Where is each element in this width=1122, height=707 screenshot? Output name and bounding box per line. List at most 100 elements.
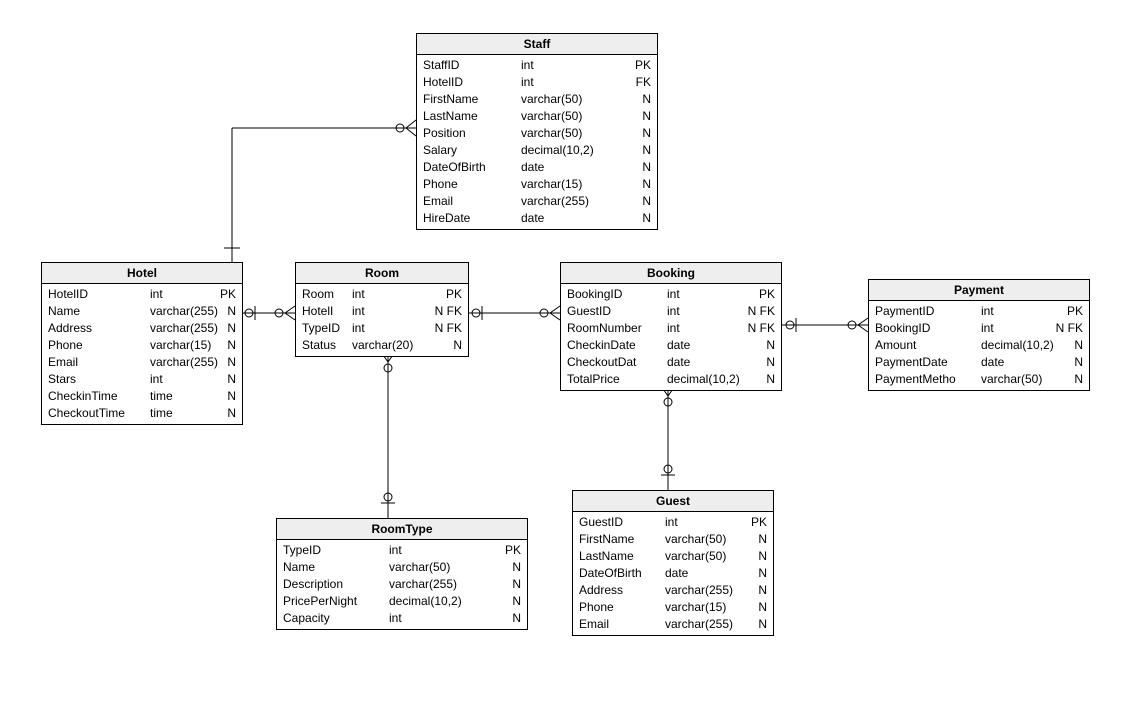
column-name: StaffID [423,58,515,73]
rel-guest-booking [661,386,675,490]
column-row: PaymentDatedateN [869,354,1089,371]
column-name: Phone [48,338,144,353]
column-key: N [221,355,236,370]
entity-columns: BookingIDintPKGuestIDintN FKRoomNumberin… [561,284,781,390]
column-name: LastName [579,549,659,564]
column-type: varchar(20) [346,338,447,353]
entity-booking: BookingBookingIDintPKGuestIDintN FKRoomN… [560,262,782,391]
column-key: N [221,389,236,404]
column-row: HotelIDintPK [42,286,242,303]
column-row: HireDatedateN [417,210,657,227]
column-row: GuestIDintPK [573,514,773,531]
column-key: N FK [429,321,462,336]
column-key: N [636,160,651,175]
column-key: N FK [742,321,775,336]
rel-room-booking [467,306,560,320]
column-type: varchar(50) [659,549,752,564]
column-type: int [383,611,506,626]
column-row: FirstNamevarchar(50)N [417,91,657,108]
column-name: PricePerNight [283,594,383,609]
column-type: date [515,160,636,175]
column-type: int [515,75,630,90]
column-row: Phonevarchar(15)N [573,599,773,616]
column-type: varchar(50) [659,532,752,547]
column-name: Stars [48,372,144,387]
entity-columns: RoomintPKHotelIintN FKTypeIDintN FKStatu… [296,284,468,356]
er-diagram-canvas: HotelHotelIDintPKNamevarchar(255)NAddres… [0,0,1122,707]
column-row: Namevarchar(50)N [277,559,527,576]
column-type: varchar(15) [659,600,752,615]
column-type: varchar(255) [659,617,752,632]
column-name: FirstName [423,92,515,107]
column-type: varchar(255) [144,355,221,370]
column-key: N [760,372,775,387]
column-name: Phone [579,600,659,615]
column-name: BookingID [567,287,661,302]
column-name: FirstName [579,532,659,547]
column-row: Positionvarchar(50)N [417,125,657,142]
column-name: DateOfBirth [423,160,515,175]
column-name: Phone [423,177,515,192]
column-key: PK [214,287,236,302]
column-key: N [636,177,651,192]
column-name: Name [283,560,383,575]
column-key: N [506,560,521,575]
column-key: PK [1061,304,1083,319]
column-name: PaymentDate [875,355,975,370]
column-type: time [144,389,221,404]
column-name: CheckoutTime [48,406,144,421]
column-row: BookingIDintN FK [869,320,1089,337]
entity-payment: PaymentPaymentIDintPKBookingIDintN FKAmo… [868,279,1090,391]
column-row: BookingIDintPK [561,286,781,303]
column-name: DateOfBirth [579,566,659,581]
column-type: varchar(255) [144,321,221,336]
column-type: decimal(10,2) [515,143,636,158]
column-row: CheckinTimetimeN [42,388,242,405]
column-type: varchar(255) [515,194,636,209]
column-name: HotelID [48,287,144,302]
column-name: HotelI [302,304,346,319]
column-name: Address [579,583,659,598]
column-row: FirstNamevarchar(50)N [573,531,773,548]
rel-hotel-staff [224,120,416,262]
column-name: CheckinTime [48,389,144,404]
column-key: N [221,304,236,319]
column-type: varchar(50) [515,109,636,124]
column-type: int [346,321,429,336]
column-type: date [659,566,752,581]
column-row: Phonevarchar(15)N [417,176,657,193]
column-row: Emailvarchar(255)N [417,193,657,210]
column-key: PK [753,287,775,302]
column-row: DateOfBirthdateN [417,159,657,176]
column-key: N [221,406,236,421]
column-name: CheckoutDat [567,355,661,370]
column-row: Amountdecimal(10,2)N [869,337,1089,354]
column-key: N [752,583,767,598]
column-row: TotalPricedecimal(10,2)N [561,371,781,388]
column-type: int [659,515,745,530]
column-name: BookingID [875,321,975,336]
column-name: Capacity [283,611,383,626]
column-type: varchar(255) [659,583,752,598]
column-row: Phonevarchar(15)N [42,337,242,354]
entity-title: Staff [417,34,657,55]
column-name: Position [423,126,515,141]
entity-title: Hotel [42,263,242,284]
column-type: date [515,211,636,226]
column-key: N [760,338,775,353]
column-row: Emailvarchar(255)N [42,354,242,371]
column-type: date [661,338,760,353]
column-type: int [975,304,1061,319]
column-name: TotalPrice [567,372,661,387]
column-key: N FK [429,304,462,319]
entity-guest: GuestGuestIDintPKFirstNamevarchar(50)NLa… [572,490,774,636]
column-row: TypeIDintN FK [296,320,468,337]
column-key: PK [745,515,767,530]
entity-columns: HotelIDintPKNamevarchar(255)NAddressvarc… [42,284,242,424]
column-key: N [221,372,236,387]
column-row: HotelIintN FK [296,303,468,320]
column-key: N [1068,355,1083,370]
column-type: int [661,304,742,319]
column-name: GuestID [579,515,659,530]
column-type: int [144,372,221,387]
